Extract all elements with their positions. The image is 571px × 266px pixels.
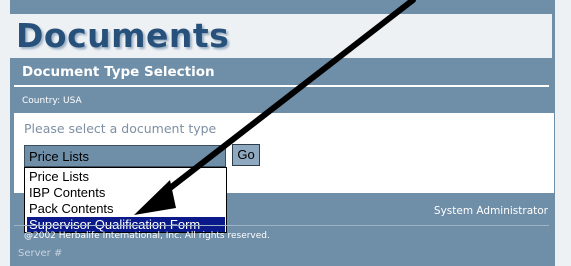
section-heading: Document Type Selection (22, 64, 215, 80)
document-type-dropdown: Price Lists IBP Contents Pack Contents S… (24, 167, 227, 233)
select-current-value: Price Lists (29, 149, 89, 164)
go-button[interactable]: Go (232, 144, 260, 166)
server-label: Server # (18, 248, 63, 259)
dropdown-option-ibp-contents[interactable]: IBP Contents (27, 185, 225, 200)
dropdown-option-price-lists[interactable]: Price Lists (27, 169, 225, 184)
document-type-select[interactable]: Price Lists (24, 145, 226, 167)
country-label: Country: USA (22, 96, 82, 106)
dropdown-option-pack-contents[interactable]: Pack Contents (27, 201, 225, 216)
user-role-label: System Administrator (433, 205, 548, 217)
footer-divider (14, 225, 549, 226)
select-prompt: Please select a document type (24, 121, 217, 136)
copyright-text: @2002 Herbalife International, Inc. All … (24, 231, 270, 241)
page-title: Documents (16, 16, 230, 55)
heading-divider (14, 85, 549, 87)
